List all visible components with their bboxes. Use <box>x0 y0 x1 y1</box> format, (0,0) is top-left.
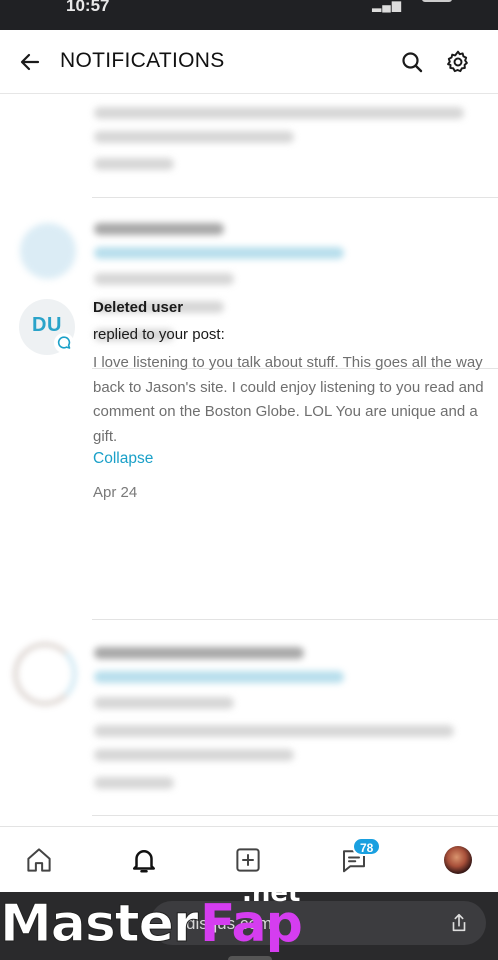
user-avatar[interactable]: DU <box>19 299 75 355</box>
search-icon <box>402 52 423 73</box>
share-button[interactable] <box>444 908 474 938</box>
bottom-tab-bar: 78 <box>0 826 498 892</box>
gear-icon <box>447 50 468 73</box>
bell-icon <box>133 850 155 873</box>
plus-square-icon <box>236 848 260 872</box>
share-icon <box>452 913 466 932</box>
notification-body: I love listening to you talk about stuff… <box>93 354 484 445</box>
tab-profile[interactable] <box>438 841 478 879</box>
collapse-link[interactable]: Collapse <box>93 450 153 468</box>
notification-username[interactable]: Deleted user <box>93 299 183 316</box>
browser-address-bar: disqus.com <box>0 892 498 960</box>
signal-icon: ▂▄▆ <box>372 0 402 12</box>
status-time: 10:57 <box>66 0 110 15</box>
page-title: NOTIFICATIONS <box>60 49 225 72</box>
divider <box>92 619 498 620</box>
settings-button[interactable] <box>442 46 474 78</box>
divider <box>92 815 498 816</box>
tab-notifications[interactable] <box>124 841 164 879</box>
notification-action: replied to your post: <box>93 326 225 343</box>
chat-bubble-icon <box>57 336 71 349</box>
tab-home[interactable] <box>19 841 59 879</box>
profile-avatar <box>444 846 472 874</box>
back-button[interactable] <box>14 46 46 78</box>
divider <box>92 197 498 198</box>
search-button[interactable] <box>396 46 428 78</box>
arrow-left-icon <box>20 53 40 71</box>
notification-feed[interactable]: DU Deleted user replied to your post: I … <box>0 95 498 826</box>
messages-count-badge: 78 <box>352 837 382 856</box>
url-text[interactable]: disqus.com <box>186 914 272 934</box>
status-bar: 10:57 ▂▄▆ <box>0 0 498 30</box>
tab-create[interactable] <box>228 841 268 879</box>
battery-icon <box>422 0 452 2</box>
notification-date: Apr 24 <box>93 484 138 501</box>
home-icon <box>27 848 51 872</box>
app-header: NOTIFICATIONS <box>0 30 498 94</box>
reply-badge <box>54 333 74 353</box>
gesture-bar <box>228 956 272 960</box>
